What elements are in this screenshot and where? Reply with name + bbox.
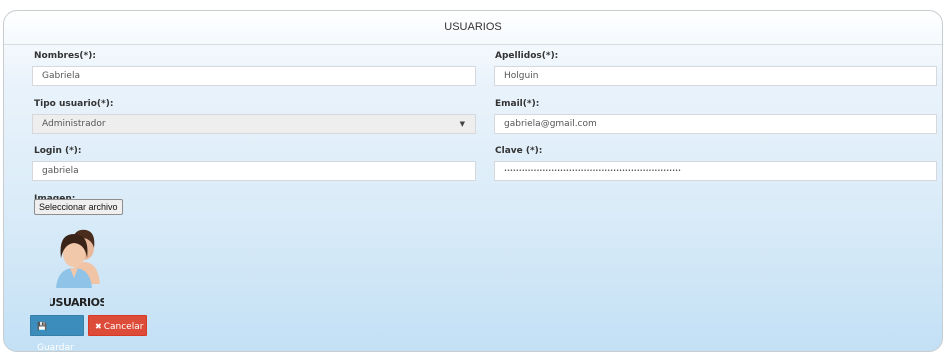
- users-panel: USUARIOS: [3, 10, 943, 352]
- cancel-button-label: Cancelar: [103, 322, 144, 332]
- email-input[interactable]: gabriela@gmail.com: [494, 114, 937, 134]
- email-label: Email(*):: [495, 99, 540, 109]
- users-avatar-image: USUARIOS: [50, 229, 104, 309]
- apellidos-label: Apellidos(*):: [495, 51, 559, 61]
- panel-title: USUARIOS: [4, 11, 942, 45]
- login-label: Login (*):: [34, 146, 82, 156]
- tipo-usuario-select[interactable]: Administrador ▼: [32, 114, 476, 134]
- save-button[interactable]: 💾 Guardar: [30, 315, 84, 353]
- nombres-label: Nombres(*):: [34, 51, 96, 61]
- tipo-usuario-label: Tipo usuario(*):: [34, 99, 114, 109]
- save-button-label: Guardar: [37, 343, 74, 353]
- floppy-disk-icon: 💾: [37, 322, 47, 331]
- users-image-caption: USUARIOS: [50, 296, 104, 309]
- clave-input[interactable]: ••••••••••••••••••••••••••••••••••••••••…: [494, 161, 937, 181]
- clave-label: Clave (*):: [495, 146, 543, 156]
- nombres-input[interactable]: Gabriela: [32, 66, 476, 86]
- apellidos-input[interactable]: Holguin: [494, 66, 937, 86]
- file-select-button[interactable]: Seleccionar archivo: [34, 199, 123, 215]
- tipo-usuario-value: Administrador: [42, 119, 106, 129]
- login-input[interactable]: gabriela: [32, 161, 476, 181]
- x-circle-icon: ✖: [95, 322, 102, 331]
- caret-down-icon: ▼: [459, 120, 465, 128]
- cancel-button[interactable]: ✖ Cancelar: [88, 315, 147, 336]
